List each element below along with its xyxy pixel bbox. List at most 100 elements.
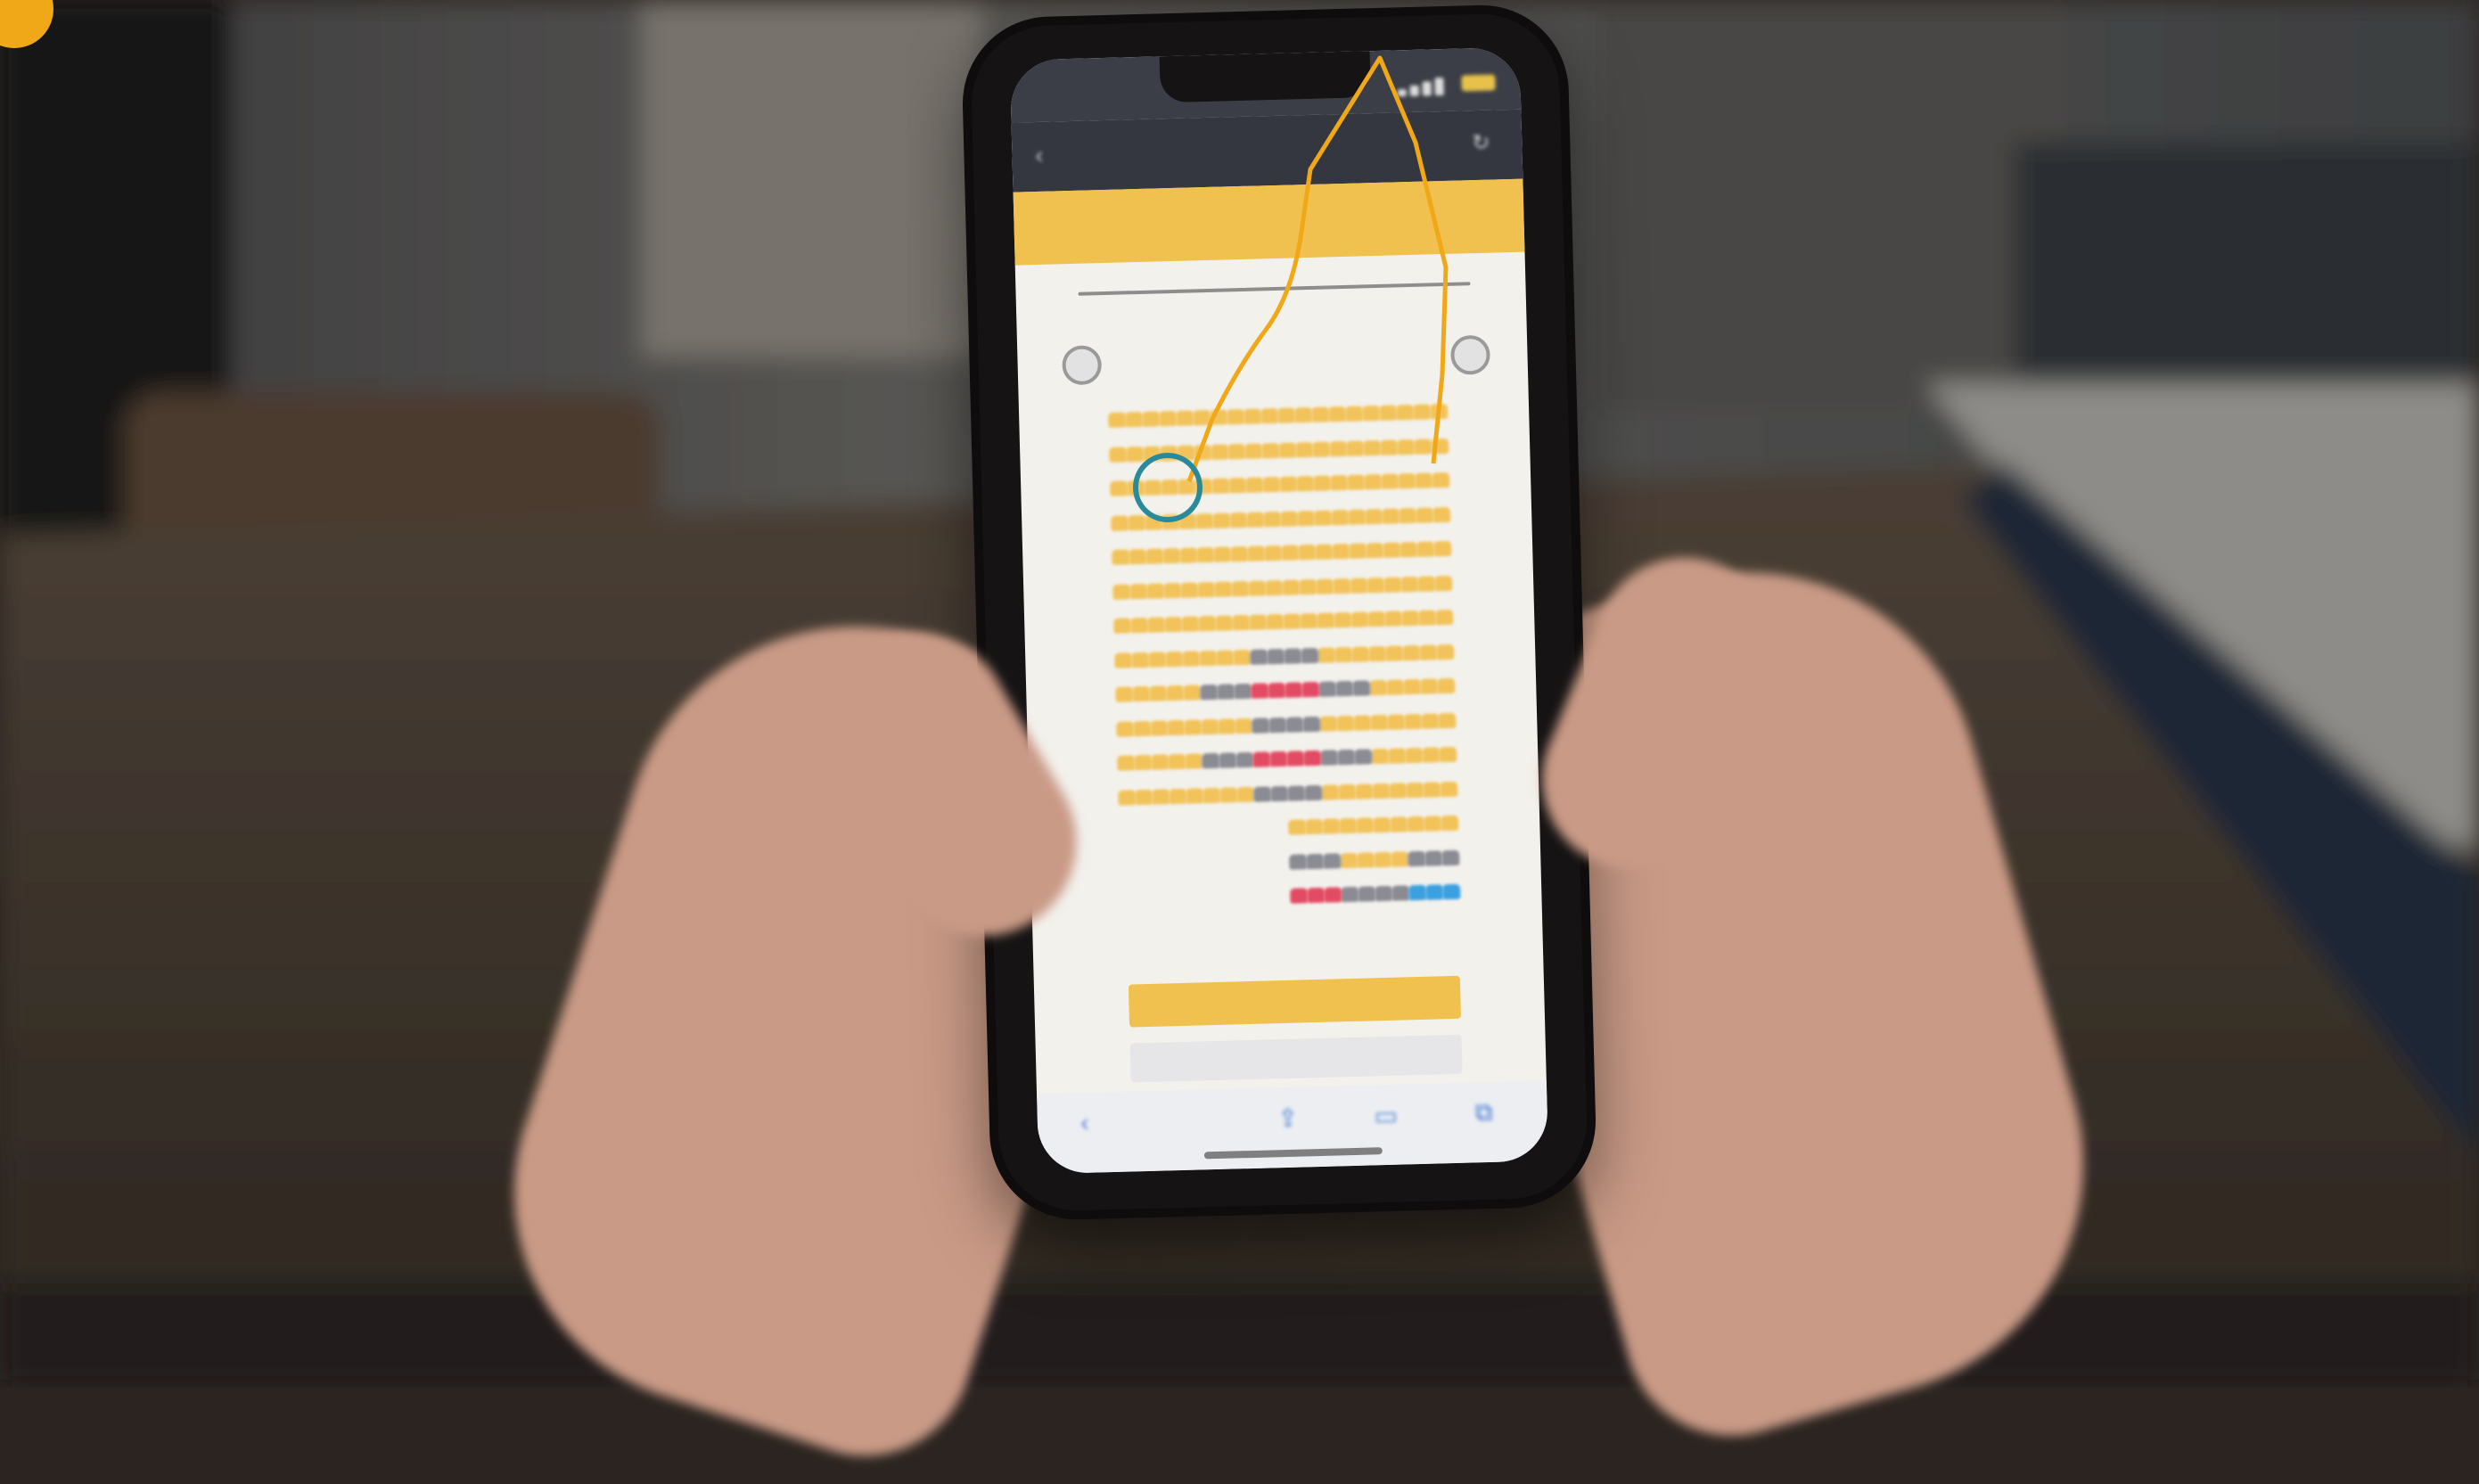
seat-free[interactable] <box>1416 575 1436 592</box>
seat-free[interactable] <box>1333 578 1351 594</box>
seat-free[interactable] <box>1179 547 1198 563</box>
seat-free[interactable] <box>1169 788 1187 804</box>
seat-free[interactable] <box>1111 514 1129 531</box>
seat-free[interactable] <box>1338 783 1357 799</box>
seat-free[interactable] <box>1201 718 1219 734</box>
seat-free[interactable] <box>1321 783 1340 800</box>
seat-free[interactable] <box>1232 614 1251 631</box>
seat-free[interactable] <box>1263 511 1282 527</box>
seat-free[interactable] <box>1371 748 1390 765</box>
seat-free[interactable] <box>1422 747 1441 763</box>
seat-free[interactable] <box>1281 545 1300 561</box>
seat-free[interactable] <box>1441 815 1459 832</box>
seat-free[interactable] <box>1215 615 1234 631</box>
seat-free[interactable] <box>1421 712 1440 729</box>
seat-free[interactable] <box>1429 403 1449 420</box>
seat-free[interactable] <box>1367 611 1386 627</box>
seat-free[interactable] <box>1353 714 1372 731</box>
seat-free[interactable] <box>1340 852 1359 868</box>
seat-free[interactable] <box>1391 850 1409 867</box>
seat-free[interactable] <box>1414 472 1433 488</box>
seat-free[interactable] <box>1310 406 1330 422</box>
seat-free[interactable] <box>1398 507 1417 523</box>
seat-free[interactable] <box>1112 549 1130 565</box>
seat-free[interactable] <box>1334 646 1353 662</box>
seat-free[interactable] <box>1407 816 1425 832</box>
seat-free[interactable] <box>1211 478 1230 494</box>
share-icon[interactable]: ⇪ <box>1272 1103 1303 1134</box>
seat-free[interactable] <box>1423 781 1441 798</box>
seat-free[interactable] <box>1178 479 1196 495</box>
seat-free[interactable] <box>1387 713 1406 730</box>
seat-free[interactable] <box>1314 509 1333 526</box>
seat-free[interactable] <box>1184 718 1203 735</box>
seat-free[interactable] <box>1384 611 1403 627</box>
seat-free[interactable] <box>1230 545 1249 562</box>
seat-free[interactable] <box>1132 685 1151 702</box>
seat-free[interactable] <box>1229 512 1248 528</box>
seat-free[interactable] <box>1163 582 1182 598</box>
seat-free[interactable] <box>1134 754 1153 771</box>
seat-free[interactable] <box>1135 789 1153 805</box>
seat-free[interactable] <box>1406 782 1424 798</box>
seat-free[interactable] <box>1401 610 1420 627</box>
seat-free[interactable] <box>1373 816 1391 833</box>
seat-free[interactable] <box>1436 644 1455 660</box>
seat-free[interactable] <box>1178 512 1197 529</box>
seat-free[interactable] <box>1431 471 1450 488</box>
seat-free[interactable] <box>1356 817 1375 833</box>
seat-free[interactable] <box>1231 580 1250 596</box>
seat-free[interactable] <box>1186 787 1204 804</box>
seat-free[interactable] <box>1288 819 1307 835</box>
seat-free[interactable] <box>1168 753 1186 770</box>
seat-free[interactable] <box>1379 439 1399 455</box>
seat-free[interactable] <box>1367 577 1385 593</box>
seat-free[interactable] <box>1403 678 1422 695</box>
seat-free[interactable] <box>1236 786 1255 802</box>
seat-free[interactable] <box>1404 713 1423 729</box>
seat-free[interactable] <box>1315 544 1334 560</box>
seat-free[interactable] <box>1396 439 1416 455</box>
seat-free[interactable] <box>1417 610 1437 626</box>
seat-free[interactable] <box>1265 579 1284 595</box>
seat-free[interactable] <box>1434 609 1454 626</box>
seat-free[interactable] <box>1350 611 1369 627</box>
seat-free[interactable] <box>1260 407 1279 424</box>
seat-free[interactable] <box>1219 786 1238 803</box>
seat-free[interactable] <box>1248 579 1267 596</box>
seat-free[interactable] <box>1344 406 1364 422</box>
seat-free[interactable] <box>1336 715 1355 731</box>
seat-free[interactable] <box>1438 712 1457 728</box>
seat-free[interactable] <box>1244 408 1262 424</box>
seat-free[interactable] <box>1159 410 1178 427</box>
seat-free[interactable] <box>1413 438 1432 455</box>
seat-free[interactable] <box>1227 408 1245 425</box>
seat-free[interactable] <box>1385 644 1404 661</box>
seat-free[interactable] <box>1133 720 1152 736</box>
seat-free[interactable] <box>1298 544 1317 561</box>
bookmarks-icon[interactable]: ▭ <box>1370 1101 1401 1132</box>
seat-free[interactable] <box>1351 645 1370 662</box>
seat-free[interactable] <box>1145 548 1164 564</box>
seat-free[interactable] <box>1162 513 1180 529</box>
seat-free[interactable] <box>1297 510 1316 526</box>
seat-free[interactable] <box>1112 583 1131 600</box>
seat-free[interactable] <box>1368 645 1387 661</box>
seat-free[interactable] <box>1364 508 1383 524</box>
seat-free[interactable] <box>1245 477 1264 493</box>
seat-free[interactable] <box>1345 439 1365 456</box>
seat-free[interactable] <box>1262 476 1281 493</box>
seat-free[interactable] <box>1130 617 1149 634</box>
seat-free[interactable] <box>1216 649 1235 666</box>
seat-free[interactable] <box>1327 406 1347 422</box>
seat-free[interactable] <box>1214 580 1233 597</box>
seat-free[interactable] <box>1180 581 1199 598</box>
seat-free[interactable] <box>1349 543 1367 559</box>
seat-free[interactable] <box>1378 405 1398 421</box>
seat-free[interactable] <box>1160 445 1178 461</box>
seat-free[interactable] <box>1228 477 1247 494</box>
seat-free[interactable] <box>1177 444 1195 461</box>
seat-free[interactable] <box>1114 652 1133 668</box>
seat-free[interactable] <box>1322 818 1341 834</box>
seat-free[interactable] <box>1227 443 1246 459</box>
